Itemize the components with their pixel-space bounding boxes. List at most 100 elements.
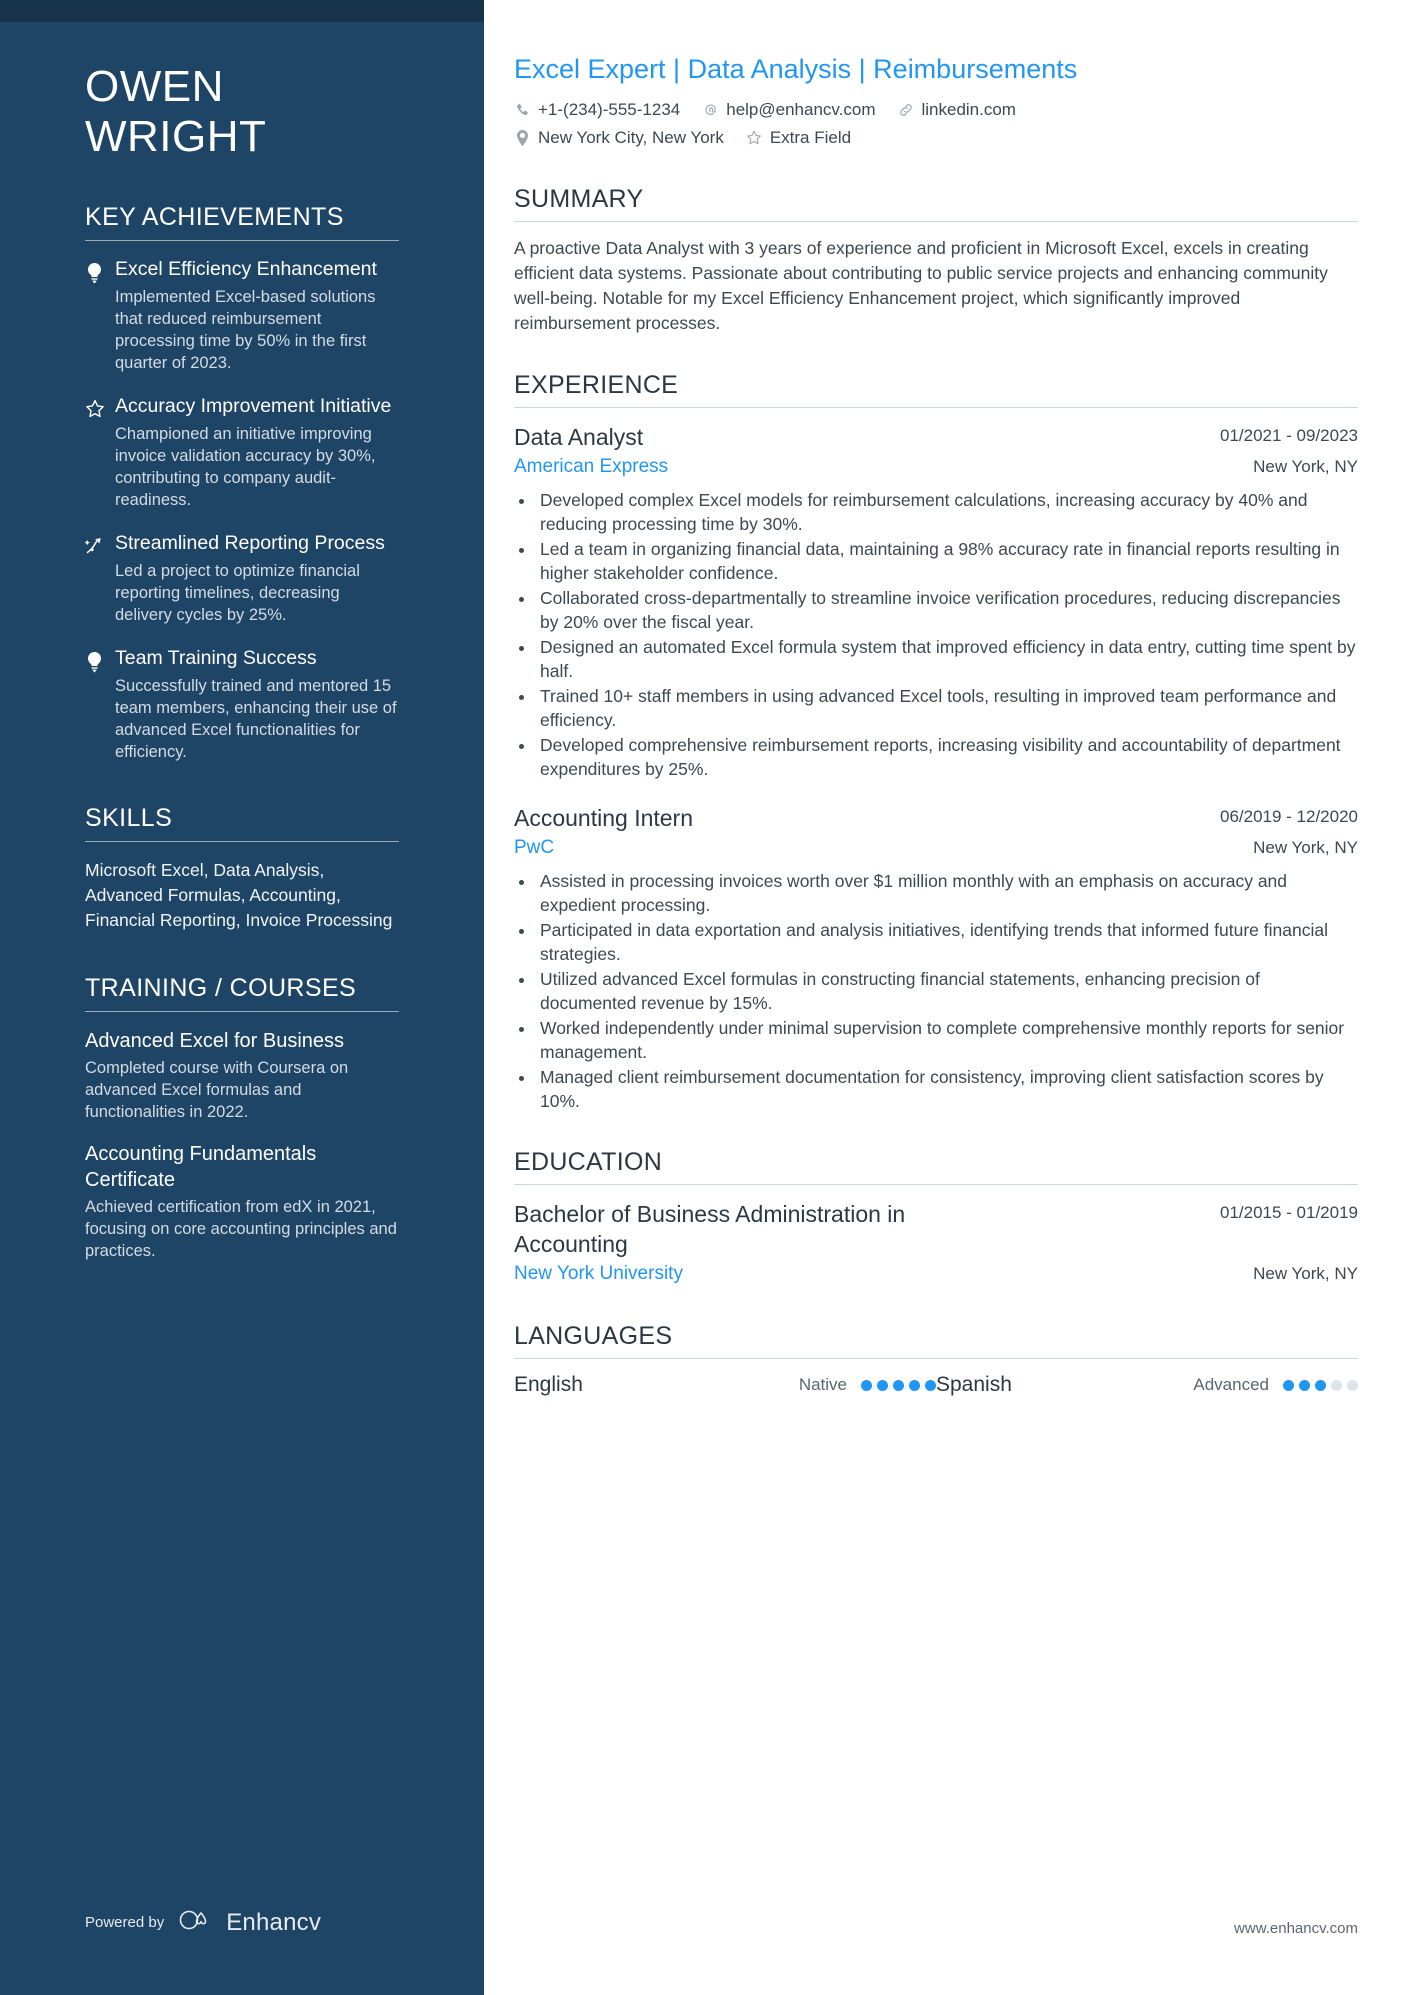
achievement-description: Led a project to optimize financial repo…: [115, 562, 360, 624]
section-summary: SUMMARY A proactive Data Analyst with 3 …: [514, 184, 1358, 336]
course-description: Achieved certification from edX in 2021,…: [85, 1198, 397, 1260]
contact-phone[interactable]: +1-(234)-555-1234: [514, 98, 680, 122]
contact-phone-text: +1-(234)-555-1234: [538, 100, 681, 119]
experience-role: Data Analyst: [514, 424, 644, 450]
phone-icon: [514, 102, 531, 119]
resume-page: OWEN WRIGHT KEY ACHIEVEMENTS Excel Effic…: [0, 0, 1410, 1995]
divider: [514, 1184, 1358, 1185]
divider: [85, 841, 399, 842]
summary-text: A proactive Data Analyst with 3 years of…: [514, 238, 1328, 333]
achievement-item: Excel Efficiency Enhancement Implemented…: [85, 257, 399, 374]
contact-email-text: help@enhancv.com: [726, 100, 876, 119]
main-content: Excel Expert | Data Analysis | Reimburse…: [484, 0, 1410, 1995]
language-rating-dots: [861, 1379, 936, 1391]
achievement-description: Successfully trained and mentored 15 tea…: [115, 677, 397, 761]
achievement-title: Streamlined Reporting Process: [115, 532, 385, 554]
experience-role: Accounting Intern: [514, 805, 694, 831]
website-footer: www.enhancv.com: [1234, 1920, 1358, 1937]
lightbulb-icon: [85, 646, 115, 763]
sidebar: OWEN WRIGHT KEY ACHIEVEMENTS Excel Effic…: [0, 0, 484, 1995]
experience-bullets: Assisted in processing invoices worth ov…: [514, 869, 1358, 1113]
contact-row-1: +1-(234)-555-1234 help@enhancv.com linke…: [514, 98, 1358, 122]
enhancv-logo-icon: [178, 1908, 218, 1937]
language-name: English: [514, 1373, 583, 1396]
experience-date: 06/2019 - 12/2020: [1219, 807, 1358, 826]
achievement-item: Accuracy Improvement Initiative Champion…: [85, 394, 399, 511]
rating-dot-filled: [1315, 1379, 1326, 1391]
star-outline-icon: [746, 130, 763, 147]
language-level: Native: [798, 1375, 847, 1394]
lightbulb-icon: [85, 257, 115, 374]
rating-dot-filled: [893, 1379, 904, 1391]
sidebar-top-bar: [0, 0, 484, 22]
bullet: Led a team in organizing financial data,…: [536, 537, 1358, 585]
education-date: 01/2015 - 01/2019: [1219, 1203, 1358, 1222]
course-title: Advanced Excel for Business: [85, 1030, 345, 1052]
bullet: Worked independently under minimal super…: [536, 1016, 1358, 1064]
divider: [85, 1011, 399, 1012]
contact-email[interactable]: help@enhancv.com: [702, 98, 875, 122]
experience-location: New York, NY: [1253, 838, 1358, 857]
education-entry: Bachelor of Business Administration in A…: [514, 1199, 1358, 1287]
contact-linkedin-text: linkedin.com: [921, 100, 1016, 119]
skills-list: Microsoft Excel, Data Analysis, Advanced…: [85, 860, 393, 930]
contact-location-text: New York City, New York: [538, 128, 724, 147]
experience-company[interactable]: American Express: [514, 454, 668, 480]
experience-entry: Data Analyst 01/2021 - 09/2023 American …: [514, 422, 1358, 781]
contact-extra-field[interactable]: Extra Field: [746, 126, 851, 150]
rating-dot-empty: [1347, 1379, 1358, 1391]
bullet: Trained 10+ staff members in using advan…: [536, 684, 1358, 732]
powered-by-label: Powered by: [85, 1914, 165, 1931]
rating-dot-filled: [1299, 1379, 1310, 1391]
divider: [514, 1358, 1358, 1359]
rating-dot-filled: [909, 1379, 920, 1391]
education-school[interactable]: New York University: [514, 1261, 683, 1287]
enhancv-brand: Enhancv: [178, 1908, 321, 1937]
bullet: Assisted in processing invoices worth ov…: [536, 869, 1358, 917]
section-title-languages: LANGUAGES: [514, 1322, 673, 1350]
language-item-spanish: Spanish Advanced: [936, 1373, 1358, 1397]
name-line-first: OWEN: [85, 62, 224, 111]
achievement-description: Championed an initiative improving invoi…: [115, 425, 376, 509]
experience-entry: Accounting Intern 06/2019 - 12/2020 PwC …: [514, 803, 1358, 1113]
section-title-training-courses: TRAINING / COURSES: [85, 974, 357, 1002]
section-key-achievements: KEY ACHIEVEMENTS Excel Efficiency Enhanc…: [85, 202, 399, 763]
sidebar-footer: Powered by Enhancv: [85, 1908, 321, 1937]
bullet: Developed comprehensive reimbursement re…: [536, 733, 1358, 781]
bullet: Developed complex Excel models for reimb…: [536, 488, 1358, 536]
section-title-education: EDUCATION: [514, 1148, 663, 1176]
section-skills: SKILLS Microsoft Excel, Data Analysis, A…: [85, 803, 399, 933]
bullet: Collaborated cross-departmentally to str…: [536, 586, 1358, 634]
experience-location: New York, NY: [1253, 457, 1358, 476]
section-title-experience: EXPERIENCE: [514, 371, 679, 399]
link-icon: [897, 102, 914, 119]
enhancv-brand-name: Enhancv: [226, 1908, 322, 1936]
candidate-name: OWEN WRIGHT: [85, 0, 399, 162]
section-education: EDUCATION Bachelor of Business Administr…: [514, 1147, 1358, 1287]
rating-dot-filled: [925, 1379, 936, 1391]
star-icon: [85, 394, 115, 511]
rating-dot-empty: [1331, 1379, 1342, 1391]
section-languages: LANGUAGES English Native Spanish Advance…: [514, 1321, 1358, 1397]
contact-linkedin[interactable]: linkedin.com: [897, 98, 1016, 122]
language-rating-dots: [1283, 1379, 1358, 1391]
achievement-title: Accuracy Improvement Initiative: [115, 395, 392, 417]
course-description: Completed course with Coursera on advanc…: [85, 1059, 349, 1121]
experience-company[interactable]: PwC: [514, 835, 554, 861]
experience-bullets: Developed complex Excel models for reimb…: [514, 488, 1358, 781]
trending-arrow-icon: [85, 531, 115, 626]
achievement-title: Team Training Success: [115, 647, 317, 669]
course-title: Accounting Fundamentals Certificate: [85, 1143, 317, 1191]
bullet: Designed an automated Excel formula syst…: [536, 635, 1358, 683]
name-line-last: WRIGHT: [85, 112, 267, 161]
rating-dot-filled: [1283, 1379, 1294, 1391]
rating-dot-filled: [877, 1379, 888, 1391]
contact-location[interactable]: New York City, New York: [514, 126, 724, 150]
language-level: Advanced: [1193, 1375, 1269, 1394]
achievement-item: Team Training Success Successfully train…: [85, 646, 399, 763]
location-pin-icon: [514, 130, 531, 147]
course-item: Accounting Fundamentals Certificate Achi…: [85, 1141, 399, 1262]
education-location: New York, NY: [1253, 1264, 1358, 1283]
section-title-skills: SKILLS: [85, 804, 173, 832]
email-at-icon: [702, 102, 719, 119]
